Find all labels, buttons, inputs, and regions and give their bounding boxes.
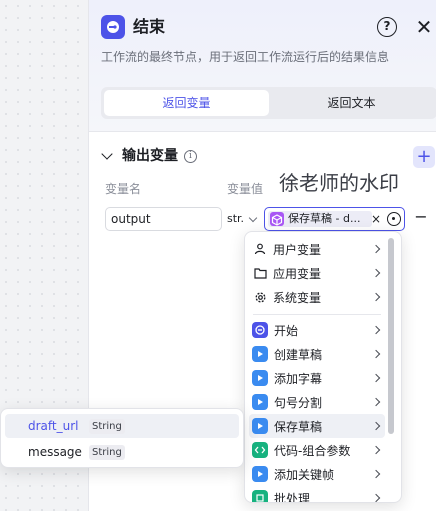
field-name: message — [28, 445, 82, 459]
plugin-icon — [252, 418, 268, 434]
section-title: 输出变量 — [122, 148, 178, 164]
chevron-right-icon — [371, 244, 381, 254]
code-icon — [252, 442, 268, 458]
variable-type-label: str. — [227, 212, 245, 225]
tab-return-variable[interactable]: 返回变量 — [104, 90, 269, 116]
menu-item-add-subtitles[interactable]: 添加字幕 — [249, 366, 385, 390]
column-label-value: 变量值 — [227, 182, 264, 196]
remove-variable-button[interactable]: − — [413, 207, 429, 229]
variable-type-select[interactable]: str. — [227, 207, 263, 231]
reference-tag: 保存草稿 - d... — [268, 211, 372, 227]
start-node-icon — [252, 322, 268, 338]
gear-icon — [253, 290, 267, 304]
menu-item-create-draft[interactable]: 创建草稿 — [249, 342, 385, 366]
add-variable-button[interactable]: + — [413, 146, 435, 168]
batch-icon — [252, 490, 268, 502]
reference-label: 保存草稿 - d... — [288, 212, 361, 225]
menu-item-sentence-split[interactable]: 句号分割 — [249, 390, 385, 414]
info-icon[interactable]: i — [184, 150, 197, 163]
folder-icon — [253, 266, 267, 280]
plugin-icon — [252, 346, 268, 362]
cube-icon — [270, 212, 284, 226]
field-type-badge: String — [89, 445, 125, 460]
submenu-item-message[interactable]: message String — [5, 440, 239, 464]
chevron-right-icon — [371, 493, 381, 502]
chevron-right-icon — [371, 421, 381, 431]
chevron-right-icon — [371, 268, 381, 278]
tab-return-text[interactable]: 返回文本 — [269, 90, 434, 116]
plugin-icon — [252, 466, 268, 482]
field-name: draft_url — [28, 419, 79, 433]
clear-reference-icon[interactable]: × — [371, 209, 381, 229]
field-type-badge: String — [89, 419, 125, 434]
chevron-right-icon — [371, 469, 381, 479]
menu-divider — [253, 314, 381, 315]
tab-switcher: 返回变量 返回文本 — [101, 87, 436, 119]
menu-scrollbar[interactable] — [388, 238, 394, 434]
watermark-text: 徐老师的水印 — [279, 171, 399, 195]
end-node-icon — [101, 15, 125, 39]
close-icon[interactable]: ✕ — [413, 16, 435, 38]
chevron-right-icon — [371, 445, 381, 455]
column-label-name: 变量名 — [105, 182, 142, 196]
question-circle-icon[interactable]: ? — [377, 17, 397, 37]
menu-item-batch[interactable]: 批处理 — [249, 486, 385, 502]
user-icon — [253, 242, 267, 256]
node-output-submenu: draft_url String message String — [0, 408, 244, 468]
chevron-down-icon[interactable] — [101, 148, 113, 160]
menu-item-start[interactable]: 开始 — [249, 318, 385, 342]
variable-reference-field[interactable]: 保存草稿 - d... × — [264, 207, 405, 231]
variable-picker-icon[interactable] — [387, 212, 401, 226]
menu-item-save-draft[interactable]: 保存草稿 — [249, 414, 385, 438]
chevron-down-icon — [248, 213, 258, 223]
variable-source-menu: 用户变量 应用变量 系统变量 开始 创建草稿 添加字幕 句号分割 保存草稿 代码… — [244, 231, 402, 503]
chevron-right-icon — [371, 397, 381, 407]
menu-item-user-variables[interactable]: 用户变量 — [249, 237, 385, 261]
menu-item-add-keyframe[interactable]: 添加关键帧 — [249, 462, 385, 486]
chevron-right-icon — [371, 349, 381, 359]
menu-item-code-combine[interactable]: 代码-组合参数 — [249, 438, 385, 462]
page-title: 结束 — [133, 17, 166, 36]
chevron-right-icon — [371, 325, 381, 335]
panel-header: 结束 ? ✕ 工作流的最终节点，用于返回工作流运行后的结果信息 返回变量 返回文… — [89, 0, 436, 132]
plugin-icon — [252, 370, 268, 386]
chevron-right-icon — [371, 292, 381, 302]
node-description: 工作流的最终节点，用于返回工作流运行后的结果信息 — [101, 50, 390, 64]
chevron-right-icon — [371, 373, 381, 383]
plugin-icon — [252, 394, 268, 410]
submenu-item-draft-url[interactable]: draft_url String — [5, 414, 239, 438]
variable-name-input[interactable]: output — [105, 207, 222, 231]
menu-item-system-variables[interactable]: 系统变量 — [249, 285, 385, 309]
menu-item-app-variables[interactable]: 应用变量 — [249, 261, 385, 285]
